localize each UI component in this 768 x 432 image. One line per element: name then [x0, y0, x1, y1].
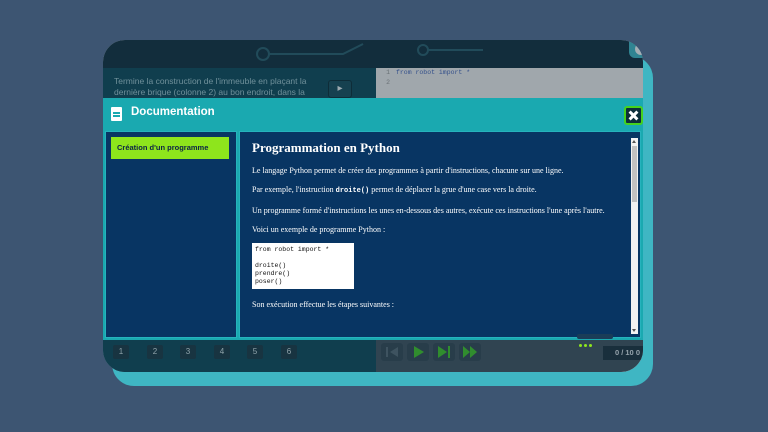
paragraph: Son exécution effectue les étapes suivan…	[252, 300, 395, 309]
doc-article: Programmation en Python Le langage Pytho…	[252, 140, 622, 318]
modal-header: Documentation	[103, 98, 643, 129]
sidebar-item-creation-programme[interactable]: Création d'un programme	[111, 137, 229, 159]
paragraph: Par exemple, l'instruction droite() perm…	[252, 184, 622, 197]
scroll-thumb[interactable]	[632, 146, 637, 202]
modal-title: Documentation	[131, 106, 215, 118]
doc-sidebar: Création d'un programme	[105, 131, 237, 338]
paragraph-text: Par exemple, l'instruction	[252, 185, 336, 194]
doc-content[interactable]: Programmation en Python Le langage Pytho…	[239, 131, 641, 338]
document-icon	[111, 107, 122, 121]
documentation-modal: Documentation Création d'un programme Pr…	[103, 98, 643, 347]
content-scrollbar[interactable]	[631, 138, 638, 334]
inline-code: droite()	[335, 187, 370, 195]
paragraph-text: permet de déplacer la grue d'une case ve…	[369, 185, 537, 194]
scroll-down-icon[interactable]	[632, 329, 636, 332]
modal-body: Création d'un programme Programmation en…	[103, 129, 643, 340]
paragraph: Le langage Python permet de créer des pr…	[252, 166, 564, 175]
scroll-up-icon[interactable]	[632, 140, 636, 143]
close-button[interactable]	[624, 106, 643, 125]
paragraph: Voici un exemple de programme Python :	[252, 225, 386, 234]
article-heading: Programmation en Python	[252, 140, 400, 155]
code-example: from robot import * droite() prendre() p…	[252, 243, 354, 289]
paragraph: Un programme formé d'instructions les un…	[252, 206, 605, 215]
loading-indicator	[577, 334, 613, 347]
